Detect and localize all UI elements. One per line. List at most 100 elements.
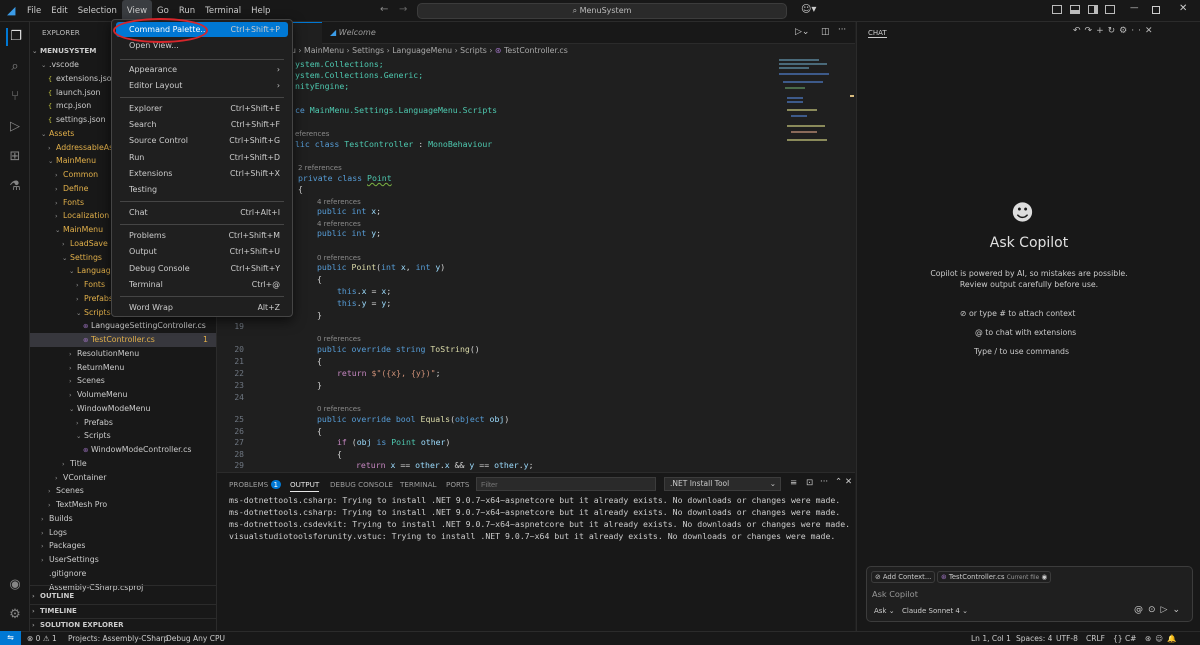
cursor-position[interactable]: Ln 1, Col 1	[971, 632, 1011, 645]
tree-file[interactable]: ⊛ LanguageSettingController.cs	[30, 319, 216, 333]
chat-input-icons[interactable]: @⊙▷⌄	[1134, 605, 1185, 615]
command-center-search[interactable]: ⌕ MenuSystem	[417, 3, 787, 19]
tree-folder[interactable]: › UserSettings	[30, 553, 216, 567]
maximize-panel-icon[interactable]: ⌃	[835, 477, 842, 487]
breadcrumb-item[interactable]: LanguageMenu	[392, 46, 452, 55]
eol-status[interactable]: CRLF	[1086, 632, 1105, 645]
output-channel-select[interactable]: .NET Install Tool ⌄	[664, 477, 781, 491]
menu-item-explorer[interactable]: Explorer Ctrl+Shift+E	[116, 101, 288, 116]
tree-folder[interactable]: › Scenes	[30, 484, 216, 498]
tree-file[interactable]: ⊛ WindowModeController.cs	[30, 443, 216, 457]
menu-item-appearance[interactable]: Appearance ›	[116, 62, 288, 77]
section-timeline[interactable]: › TIMELINE	[30, 604, 216, 618]
context-file-chip[interactable]: ⊛ TestController.cs Current file ◉	[937, 571, 1052, 583]
tree-folder[interactable]: › Packages	[30, 539, 216, 553]
breadcrumb-item[interactable]: MainMenu	[304, 46, 344, 55]
tab-debug-console[interactable]: DEBUG CONSOLE	[330, 478, 393, 492]
lock-icon[interactable]: ⊡	[806, 478, 813, 488]
extensions-icon[interactable]: ⊞	[6, 148, 24, 166]
menu-edit[interactable]: Edit	[46, 0, 72, 22]
tree-folder[interactable]: › VContainer	[30, 471, 216, 485]
tree-folder[interactable]: › ResolutionMenu	[30, 347, 216, 361]
tree-folder[interactable]: › Scenes	[30, 374, 216, 388]
chat-input[interactable]: Ask Copilot	[872, 589, 918, 599]
menu-item-output[interactable]: Output Ctrl+Shift+U	[116, 244, 288, 259]
encoding-status[interactable]: UTF-8	[1056, 632, 1078, 645]
tree-folder[interactable]: ⌄ Scripts	[30, 429, 216, 443]
language-status[interactable]: {} C#	[1113, 632, 1136, 645]
forward-arrow-icon[interactable]: →	[399, 4, 407, 15]
menu-item-problems[interactable]: Problems Ctrl+Shift+M	[116, 228, 288, 243]
tree-folder[interactable]: ⌄ WindowModeMenu	[30, 402, 216, 416]
more-actions-icon[interactable]: ···	[838, 25, 846, 35]
menu-item-editor-layout[interactable]: Editor Layout ›	[116, 78, 288, 93]
customize-layout-icon[interactable]	[1105, 5, 1115, 14]
list-icon[interactable]: ≡	[790, 478, 797, 488]
layout-sidebar-icon[interactable]	[1052, 5, 1062, 14]
tree-folder[interactable]: › Logs	[30, 526, 216, 540]
menu-item-run[interactable]: Run Ctrl+Shift+D	[116, 150, 288, 165]
source-control-icon[interactable]: ⑂	[6, 88, 24, 106]
explorer-icon[interactable]: ❐	[6, 28, 24, 46]
layout-panel-icon[interactable]	[1070, 5, 1080, 14]
tree-folder[interactable]: › TextMesh Pro	[30, 498, 216, 512]
menu-item-search[interactable]: Search Ctrl+Shift+F	[116, 117, 288, 132]
add-context-button[interactable]: ⊘ Add Context...	[871, 571, 936, 583]
tree-file[interactable]: .gitignore	[30, 567, 216, 581]
scrollbar[interactable]	[849, 57, 855, 472]
layout-secondary-icon[interactable]	[1088, 5, 1098, 14]
testing-icon[interactable]: ⚗	[6, 178, 24, 196]
maximize-icon[interactable]	[1152, 6, 1160, 14]
model-select[interactable]: Claude Sonnet 4 ⌄	[902, 607, 968, 615]
menu-item-chat[interactable]: Chat Ctrl+Alt+I	[116, 205, 288, 220]
tab-terminal[interactable]: TERMINAL	[400, 478, 437, 492]
menu-item-word-wrap[interactable]: Word Wrap Alt+Z	[116, 300, 288, 315]
remote-icon[interactable]: ⇋	[0, 631, 21, 645]
chat-toolbar-icons[interactable]: ↶↷+↻⚙··✕	[1073, 26, 1157, 36]
more-actions-icon[interactable]: ···	[820, 477, 828, 487]
indentation-status[interactable]: Spaces: 4	[1016, 632, 1052, 645]
run-debug-icon[interactable]: ▷	[6, 118, 24, 136]
line-number: 19	[234, 322, 244, 331]
run-icon[interactable]: ▷⌄	[795, 27, 809, 37]
settings-gear-icon[interactable]: ⚙	[6, 606, 24, 624]
tab-output[interactable]: OUTPUT	[290, 478, 320, 492]
config-status[interactable]: Debug Any CPU	[166, 632, 225, 645]
tree-folder[interactable]: › ReturnMenu	[30, 361, 216, 375]
close-panel-icon[interactable]: ✕	[845, 477, 852, 487]
section-solution-explorer[interactable]: › SOLUTION EXPLORER	[30, 618, 216, 631]
split-editor-icon[interactable]: ◫	[821, 27, 830, 37]
tab-welcome[interactable]: ◢ Welcome	[322, 22, 384, 44]
tree-folder[interactable]: › Prefabs	[30, 416, 216, 430]
filter-input[interactable]	[476, 477, 656, 491]
breadcrumb-item[interactable]: TestController.cs	[504, 46, 568, 55]
status-icons[interactable]: ⊛☺🔔	[1145, 632, 1180, 645]
menu-item-debug-console[interactable]: Debug Console Ctrl+Shift+Y	[116, 261, 288, 276]
menu-item-extensions[interactable]: Extensions Ctrl+Shift+X	[116, 166, 288, 181]
menu-item-testing[interactable]: Testing	[116, 182, 288, 197]
section-outline[interactable]: › OUTLINE	[30, 590, 216, 604]
copilot-icon[interactable]: ☺▾	[801, 4, 816, 15]
tree-file[interactable]: ⊛ TestController.cs 1	[30, 333, 216, 347]
menu-item-terminal[interactable]: Terminal Ctrl+@	[116, 277, 288, 292]
project-status[interactable]: Projects: Assembly-CSharp	[68, 632, 168, 645]
menu-file[interactable]: File	[22, 0, 46, 22]
back-arrow-icon[interactable]: ←	[380, 4, 388, 15]
tree-folder[interactable]: › VolumeMenu	[30, 388, 216, 402]
menu-item-source-control[interactable]: Source Control Ctrl+Shift+G	[116, 133, 288, 148]
mode-select[interactable]: Ask ⌄	[874, 607, 895, 615]
breadcrumb-item[interactable]: Scripts	[460, 46, 487, 55]
tree-folder[interactable]: › Builds	[30, 512, 216, 526]
breadcrumb-item[interactable]: Settings	[352, 46, 384, 55]
tab-ports[interactable]: PORTS	[446, 478, 469, 492]
problems-status[interactable]: ⊗ 0 ⚠ 1	[27, 632, 57, 645]
search-icon[interactable]: ⌕	[6, 58, 24, 76]
minimize-icon[interactable]: —	[1130, 3, 1139, 13]
chat-input-box[interactable]: ⊘ Add Context... ⊛ TestController.cs Cur…	[866, 566, 1193, 622]
account-icon[interactable]: ◉	[6, 576, 24, 594]
tree-label: Scenes	[56, 486, 84, 496]
close-icon[interactable]: ✕	[1179, 3, 1187, 14]
tab-problems[interactable]: PROBLEMS 1	[229, 478, 282, 492]
minimap[interactable]	[777, 57, 847, 157]
tree-folder[interactable]: › Title	[30, 457, 216, 471]
